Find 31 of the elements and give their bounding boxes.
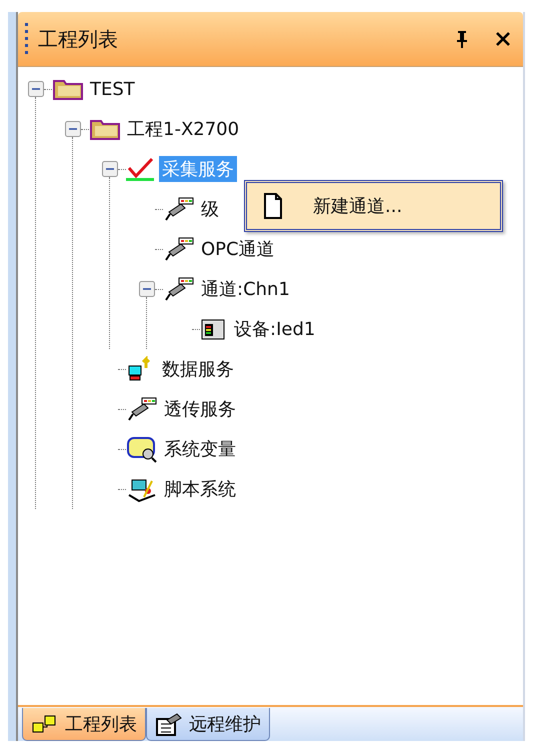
tree-item[interactable]: 级 (198, 196, 222, 222)
panel-tab[interactable]: 工程列表 (22, 708, 146, 741)
tree-item[interactable]: 通道:Chn1 (198, 276, 293, 302)
connector-icon (126, 396, 158, 422)
tree-item[interactable]: 工程1-X2700 (124, 116, 242, 142)
tree-item[interactable]: 设备:Ied1 (231, 316, 318, 342)
grip-icon[interactable] (24, 21, 30, 57)
collapse-icon[interactable] (102, 161, 118, 177)
folder-icon (89, 117, 121, 141)
tree-item[interactable]: 透传服务 (161, 396, 239, 422)
clipboard-icon (155, 712, 183, 736)
collapse-icon[interactable] (139, 281, 155, 297)
database-search-icon (126, 435, 158, 463)
panel-title: 工程列表 (38, 26, 119, 52)
folder-icon (52, 77, 84, 101)
tree-item[interactable]: OPC通道 (198, 236, 278, 262)
connector-icon (163, 196, 195, 222)
collapse-icon[interactable] (65, 121, 81, 137)
menu-item[interactable]: 新建通道... (313, 194, 402, 218)
file-icon (263, 193, 283, 219)
tree-item[interactable]: 脚本系统 (161, 476, 239, 502)
connector-icon (163, 236, 195, 262)
tree-item[interactable]: 数据服务 (159, 356, 237, 382)
panel-tab[interactable]: 远程维护 (146, 708, 270, 741)
check-icon (126, 156, 156, 182)
collapse-icon[interactable] (28, 81, 44, 97)
close-icon[interactable] (495, 31, 511, 47)
pin-icon[interactable] (455, 30, 469, 48)
tree-item[interactable]: 系统变量 (161, 436, 239, 462)
connector-icon (163, 276, 195, 302)
tree-item[interactable]: TEST (87, 78, 138, 100)
